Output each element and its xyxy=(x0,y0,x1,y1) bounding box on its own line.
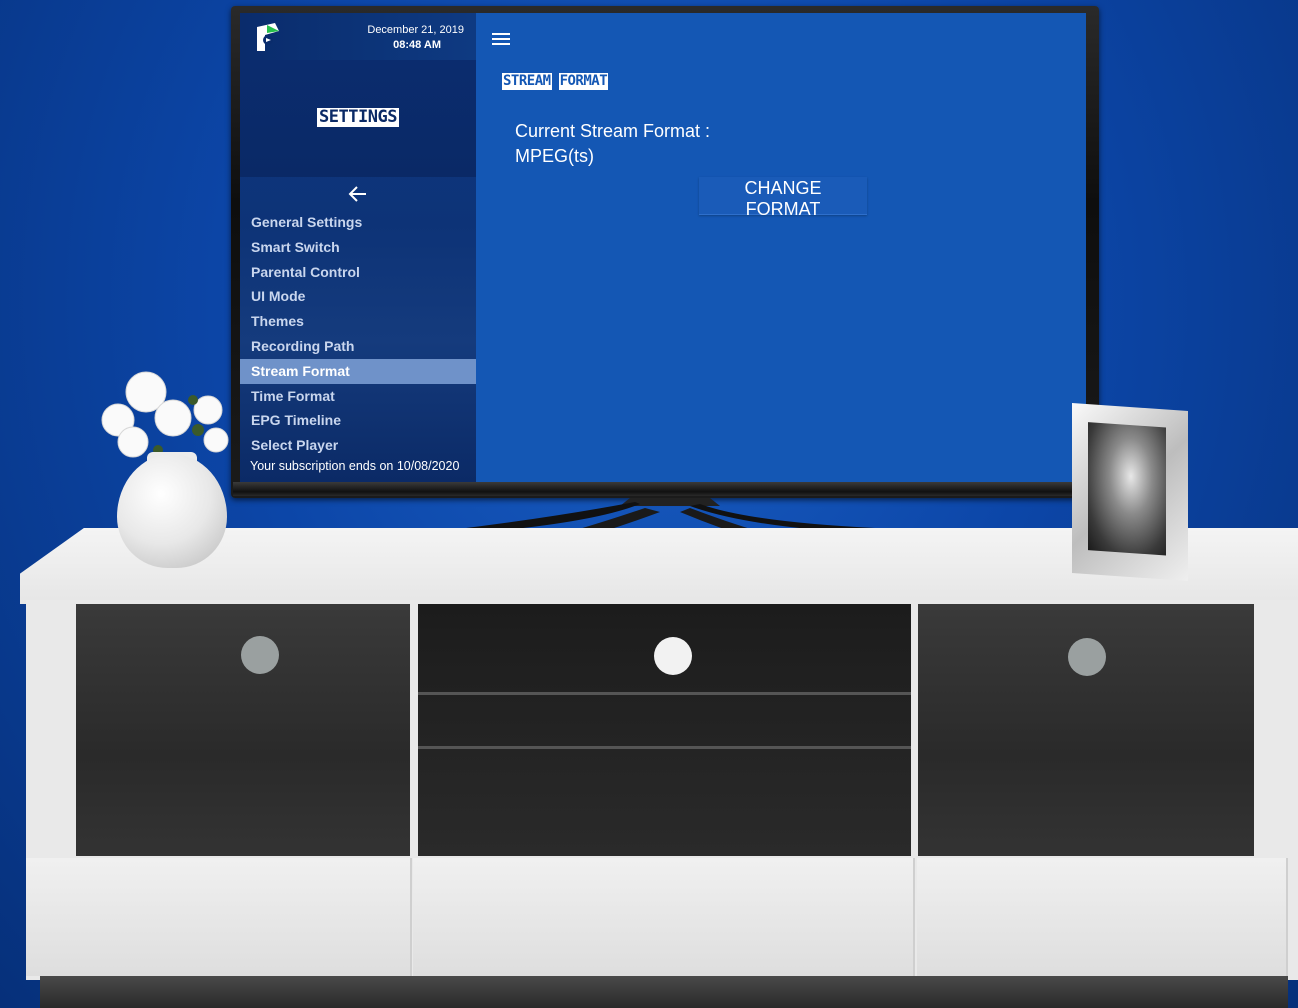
settings-heading: SETTINGS xyxy=(240,108,476,127)
menu-item-epg-timeline[interactable]: EPG Timeline xyxy=(240,408,476,433)
current-format-value: MPEG(ts) xyxy=(515,146,594,166)
shelf-divider xyxy=(418,692,911,695)
cabinet-base xyxy=(40,976,1288,1008)
knob-center xyxy=(654,637,692,675)
page-title: STREAM FORMAT xyxy=(502,73,615,90)
menu-item-select-player[interactable]: Select Player xyxy=(240,433,476,458)
menu-item-ui-mode[interactable]: UI Mode xyxy=(240,284,476,309)
menu-item-time-format[interactable]: Time Format xyxy=(240,384,476,409)
menu-item-parental-control[interactable]: Parental Control xyxy=(240,260,476,285)
cabinet-left-drawer xyxy=(26,858,412,976)
cabinet-middle-drawer xyxy=(413,858,915,976)
subscription-text: Your subscription ends on 10/08/2020 xyxy=(250,459,460,473)
knob-right xyxy=(1068,638,1106,676)
date-text: December 21, 2019 xyxy=(367,24,464,36)
time-text: 08:48 AM xyxy=(393,39,441,51)
main-panel: STREAM FORMAT Current Stream Format : MPE… xyxy=(476,13,1086,482)
datetime: December 21, 2019 08:48 AM xyxy=(367,23,464,53)
current-format-label: Current Stream Format : xyxy=(515,121,711,141)
sidebar: December 21, 2019 08:48 AM SETTINGS Gene… xyxy=(240,13,476,482)
app-logo-icon xyxy=(257,23,279,51)
vase-image xyxy=(117,454,227,568)
menu-item-themes[interactable]: Themes xyxy=(240,309,476,334)
photo-frame-image xyxy=(1072,402,1188,582)
tv-screen: December 21, 2019 08:48 AM SETTINGS Gene… xyxy=(240,13,1086,482)
cabinet-left-door xyxy=(76,604,410,856)
menu-item-stream-format[interactable]: Stream Format xyxy=(240,358,476,384)
arrow-left-icon[interactable] xyxy=(348,185,368,203)
settings-menu: General Settings Smart Switch Parental C… xyxy=(240,210,476,458)
photo-image xyxy=(1088,422,1166,556)
settings-title: SETTINGS xyxy=(317,107,399,127)
menu-item-general-settings[interactable]: General Settings xyxy=(240,210,476,235)
hamburger-icon[interactable] xyxy=(492,33,510,47)
sidebar-topbar: December 21, 2019 08:48 AM xyxy=(240,13,476,60)
shelf-divider xyxy=(418,746,911,749)
current-format: Current Stream Format : MPEG(ts) xyxy=(515,119,710,169)
change-format-button[interactable]: CHANGE FORMAT xyxy=(699,177,867,219)
cabinet-right-drawer xyxy=(917,858,1288,976)
knob-left xyxy=(241,636,279,674)
menu-item-recording-path[interactable]: Recording Path xyxy=(240,334,476,359)
page-title-word-2: FORMAT xyxy=(558,73,609,90)
menu-item-smart-switch[interactable]: Smart Switch xyxy=(240,235,476,260)
page-title-word-1: STREAM xyxy=(502,73,552,90)
